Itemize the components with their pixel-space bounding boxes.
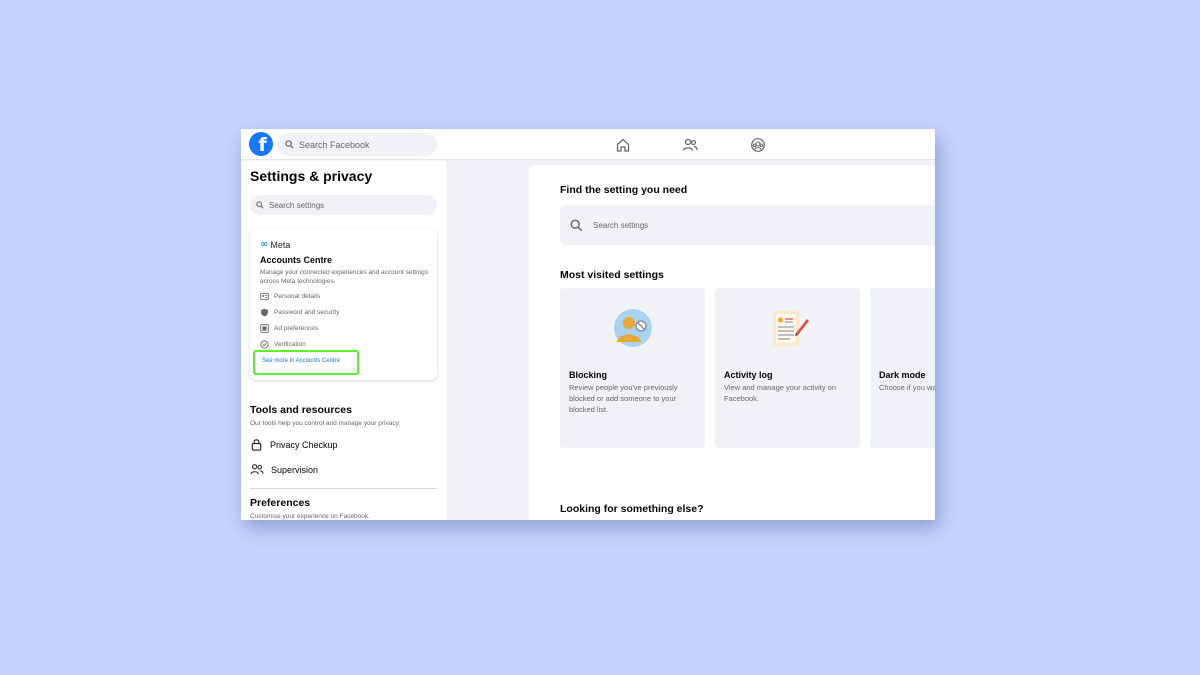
accounts-item-ad-preferences[interactable]: Ad preferences: [260, 324, 318, 333]
top-navigation-bar: f Search Facebook: [241, 129, 935, 160]
main-search-input[interactable]: Search settings: [560, 205, 935, 245]
home-icon[interactable]: [615, 137, 631, 153]
groups-icon[interactable]: [750, 137, 766, 153]
id-card-icon: [260, 292, 269, 301]
card-title: Blocking: [569, 370, 608, 380]
accounts-item-personal-details[interactable]: Personal details: [260, 292, 320, 301]
blocking-card[interactable]: Blocking Review people you've previously…: [560, 288, 705, 448]
search-icon: [570, 219, 583, 231]
preferences-subtitle: Customise your experience on Facebook.: [250, 513, 370, 520]
card-title: Dark mode: [879, 370, 926, 380]
meta-brand-label: Meta: [270, 239, 291, 250]
tools-resources-title: Tools and resources: [250, 404, 352, 416]
friends-icon[interactable]: [682, 137, 698, 153]
supervision-label: Supervision: [271, 464, 319, 475]
card-description: Choose if you want dark mode.: [879, 383, 935, 392]
meta-logo: ∞ Meta: [260, 239, 290, 250]
dark-mode-card[interactable]: Dark mode Choose if you want dark mode.: [870, 288, 935, 448]
highlight-box: See more in Accounts Centre: [253, 350, 359, 375]
accounts-centre-description: Manage your connected experiences and ac…: [260, 269, 429, 285]
activity-log-card[interactable]: Activity log View and manage your activi…: [715, 288, 860, 448]
accounts-item-label: Password and security: [274, 309, 340, 316]
accounts-item-password-security[interactable]: Password and security: [260, 308, 339, 317]
search-icon: [285, 140, 294, 149]
card-title: Activity log: [724, 370, 773, 380]
supervision-item[interactable]: Supervision: [250, 463, 318, 476]
accounts-item-label: Personal details: [274, 293, 321, 300]
meta-infinity-icon: ∞: [260, 239, 269, 250]
settings-main-panel: Find the setting you need Search setting…: [529, 165, 935, 520]
ad-icon: [260, 324, 269, 333]
check-circle-icon: [260, 340, 269, 349]
people-icon: [250, 464, 264, 475]
browser-window: f Search Facebook Settings & privacy Sea…: [241, 129, 935, 520]
page-title: Settings & privacy: [250, 168, 373, 184]
tools-resources-subtitle: Our tools help you control and manage yo…: [250, 420, 401, 427]
facebook-search-placeholder: Search Facebook: [299, 139, 370, 150]
settings-search-input[interactable]: Search settings: [250, 195, 437, 215]
accounts-item-label: Verification: [274, 341, 306, 348]
facebook-logo[interactable]: f: [249, 132, 273, 156]
accounts-centre-card[interactable]: ∞ Meta Accounts Centre Manage your conne…: [250, 229, 437, 380]
activity-log-illustration-icon: [773, 311, 809, 346]
preferences-title: Preferences: [250, 497, 311, 509]
card-description: Review people you've previously blocked …: [569, 383, 678, 414]
card-description: View and manage your activity on Faceboo…: [724, 383, 837, 403]
settings-search-placeholder: Search settings: [269, 200, 325, 210]
accounts-centre-title: Accounts Centre: [260, 255, 333, 265]
find-setting-title: Find the setting you need: [560, 184, 688, 196]
blocking-illustration-icon: [614, 309, 652, 347]
looking-for-something-else-title: Looking for something else?: [560, 503, 704, 515]
facebook-search-input[interactable]: Search Facebook: [277, 133, 437, 156]
settings-sidebar: Settings & privacy Search settings ∞ Met…: [241, 161, 446, 520]
most-visited-title: Most visited settings: [560, 269, 664, 281]
dark-mode-illustration-icon: [918, 306, 935, 356]
privacy-checkup-label: Privacy Checkup: [270, 439, 338, 450]
accounts-item-label: Ad preferences: [274, 325, 319, 332]
privacy-checkup-item[interactable]: Privacy Checkup: [250, 438, 338, 451]
main-search-placeholder: Search settings: [593, 220, 649, 230]
accounts-item-verification[interactable]: Verification: [260, 340, 306, 349]
see-more-accounts-centre-link[interactable]: See more in Accounts Centre: [262, 358, 340, 364]
search-icon: [256, 201, 264, 209]
lock-icon: [251, 439, 262, 451]
shield-icon: [261, 308, 268, 317]
divider: [250, 488, 437, 489]
